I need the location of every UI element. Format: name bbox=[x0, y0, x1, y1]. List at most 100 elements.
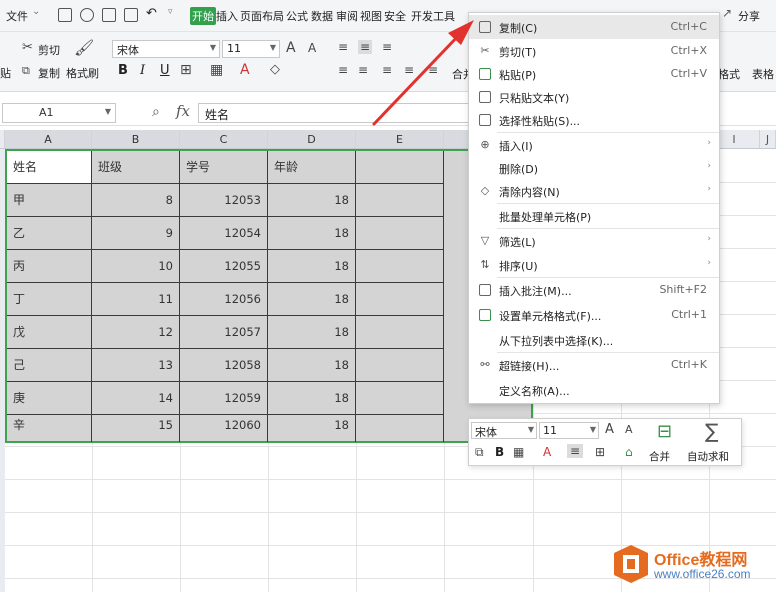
export-icon[interactable] bbox=[124, 8, 138, 22]
cell-e1[interactable] bbox=[356, 151, 444, 184]
cell-b4[interactable]: 10 bbox=[92, 250, 180, 283]
increase-font-icon[interactable]: A bbox=[605, 422, 614, 437]
cell-d7[interactable]: 18 bbox=[268, 349, 356, 382]
mini-bold-button[interactable]: B bbox=[495, 445, 504, 459]
cell-d4[interactable]: 18 bbox=[268, 250, 356, 283]
menu-item-define-name[interactable]: 定义名称(A)... bbox=[469, 378, 719, 402]
undo-icon[interactable]: ↶ bbox=[146, 6, 157, 21]
eraser-icon[interactable]: ◇ bbox=[270, 62, 280, 77]
cell-e6[interactable] bbox=[356, 316, 444, 349]
column-header-a[interactable]: A bbox=[5, 130, 92, 149]
align-left-icon[interactable]: ≡ bbox=[338, 63, 348, 77]
distributed-icon[interactable]: ≡ bbox=[428, 63, 438, 77]
table-style-button[interactable]: 表格 bbox=[752, 66, 774, 82]
font-name-select[interactable]: 宋体 ▼ bbox=[112, 40, 220, 58]
merge-center-icon[interactable]: ⊟ bbox=[657, 421, 672, 442]
cell-e5[interactable] bbox=[356, 283, 444, 316]
menu-item-delete[interactable]: 删除(D) › bbox=[469, 156, 719, 180]
italic-button[interactable]: I bbox=[140, 63, 145, 78]
cell-c3[interactable]: 12054 bbox=[180, 217, 268, 250]
autosum-sigma-icon[interactable]: ∑ bbox=[705, 419, 718, 443]
share-button[interactable]: 分享 bbox=[738, 8, 760, 24]
menu-item-batch[interactable]: 批量处理单元格(P) bbox=[469, 204, 719, 228]
tab-security[interactable]: 安全 bbox=[384, 8, 406, 24]
menu-item-sort[interactable]: ⇅ 排序(U) › bbox=[469, 253, 719, 277]
cell-a6[interactable]: 戊 bbox=[7, 316, 92, 349]
mini-autosum-button[interactable]: 自动求和 bbox=[687, 449, 729, 464]
mini-font-size-select[interactable]: 11 ▼ bbox=[539, 422, 599, 439]
scissors-icon[interactable]: ✂ bbox=[22, 40, 33, 55]
share-icon[interactable]: ↗ bbox=[722, 6, 732, 20]
cell-e2[interactable] bbox=[356, 184, 444, 217]
menu-item-pick-list[interactable]: 从下拉列表中选择(K)... bbox=[469, 328, 719, 352]
decrease-font-icon[interactable]: A bbox=[625, 423, 633, 436]
tab-home[interactable]: 开始 bbox=[190, 7, 216, 25]
cell-d1[interactable]: 年龄 bbox=[268, 151, 356, 184]
column-header-b[interactable]: B bbox=[92, 130, 180, 149]
justify-icon[interactable]: ≡ bbox=[404, 63, 414, 77]
tab-page-layout[interactable]: 页面布局 bbox=[240, 8, 284, 24]
menu-item-format-cells[interactable]: 设置单元格格式(F)... Ctrl+1 bbox=[469, 303, 719, 327]
align-middle-icon[interactable]: ≡ bbox=[358, 40, 373, 54]
tab-developer[interactable]: 开发工具 bbox=[411, 8, 455, 24]
cell-b5[interactable]: 11 bbox=[92, 283, 180, 316]
align-center-icon[interactable]: ≡ bbox=[358, 63, 368, 77]
fill-color-icon[interactable]: ▦ bbox=[513, 445, 524, 459]
cell-c4[interactable]: 12055 bbox=[180, 250, 268, 283]
cell-a9[interactable]: 辛 bbox=[7, 409, 92, 442]
tab-formulas[interactable]: 公式 bbox=[286, 8, 308, 24]
menu-item-filter[interactable]: ▽ 筛选(L) › bbox=[469, 229, 719, 253]
cell-a4[interactable]: 丙 bbox=[7, 250, 92, 283]
print-icon[interactable] bbox=[102, 8, 116, 22]
cell-c7[interactable]: 12058 bbox=[180, 349, 268, 382]
format-painter-icon[interactable]: 🖌 bbox=[74, 38, 94, 57]
cell-b2[interactable]: 8 bbox=[92, 184, 180, 217]
paste-button-label[interactable]: 贴 bbox=[0, 65, 11, 81]
menu-item-clear[interactable]: ◇ 清除内容(N) › bbox=[469, 179, 719, 203]
file-dropdown-chevron-icon[interactable]: ⌄ bbox=[32, 6, 40, 17]
cell-format-button[interactable]: 格式 bbox=[718, 66, 740, 82]
cell-b3[interactable]: 9 bbox=[92, 217, 180, 250]
decrease-font-icon[interactable]: A bbox=[308, 41, 316, 55]
font-color-icon[interactable]: A bbox=[240, 62, 250, 78]
copy-button[interactable]: 复制 bbox=[38, 65, 60, 81]
column-header-e[interactable]: E bbox=[356, 130, 444, 149]
cell-b9[interactable]: 15 bbox=[92, 409, 180, 442]
tab-review[interactable]: 审阅 bbox=[336, 8, 358, 24]
cell-e7[interactable] bbox=[356, 349, 444, 382]
menu-item-paste-special[interactable]: 选择性粘贴(S)... bbox=[469, 108, 719, 132]
menu-item-copy[interactable]: 复制(C) Ctrl+C bbox=[469, 15, 719, 39]
fx-icon[interactable]: fx bbox=[176, 102, 190, 120]
print-preview-icon[interactable] bbox=[80, 8, 94, 22]
increase-font-icon[interactable]: A bbox=[286, 40, 296, 56]
cell-c5[interactable]: 12056 bbox=[180, 283, 268, 316]
cell-e4[interactable] bbox=[356, 250, 444, 283]
cell-c6[interactable]: 12057 bbox=[180, 316, 268, 349]
cell-d6[interactable]: 18 bbox=[268, 316, 356, 349]
borders-icon[interactable]: ⊞ bbox=[595, 445, 605, 459]
cell-e3[interactable] bbox=[356, 217, 444, 250]
align-bottom-icon[interactable]: ≡ bbox=[382, 40, 392, 54]
cell-c9[interactable]: 12060 bbox=[180, 409, 268, 442]
file-menu[interactable]: 文件 bbox=[6, 8, 28, 24]
cell-b6[interactable]: 12 bbox=[92, 316, 180, 349]
underline-button[interactable]: U bbox=[160, 63, 170, 78]
cell-d2[interactable]: 18 bbox=[268, 184, 356, 217]
menu-item-paste[interactable]: 粘贴(P) Ctrl+V bbox=[469, 62, 719, 86]
align-center-icon[interactable]: ≡ bbox=[567, 444, 584, 458]
align-right-icon[interactable]: ≡ bbox=[382, 63, 392, 77]
cell-a3[interactable]: 乙 bbox=[7, 217, 92, 250]
cell-c2[interactable]: 12053 bbox=[180, 184, 268, 217]
zoom-search-icon[interactable]: ⌕ bbox=[152, 104, 160, 120]
tab-view[interactable]: 视图 bbox=[360, 8, 382, 24]
cell-a2[interactable]: 甲 bbox=[7, 184, 92, 217]
name-box[interactable]: A1 ▼ bbox=[2, 103, 116, 123]
more-dropdown-icon[interactable]: ▿ bbox=[168, 7, 173, 17]
column-header-j[interactable]: J bbox=[760, 130, 776, 149]
menu-item-paste-text[interactable]: 只粘贴文本(Y) bbox=[469, 85, 719, 109]
format-painter-icon[interactable]: ⧉ bbox=[475, 445, 484, 460]
format-painter-button[interactable]: 格式刷 bbox=[66, 65, 99, 81]
bold-button[interactable]: B bbox=[118, 63, 128, 78]
mini-merge-button[interactable]: 合并 bbox=[649, 449, 670, 464]
cell-a1[interactable]: 姓名 bbox=[7, 151, 92, 184]
